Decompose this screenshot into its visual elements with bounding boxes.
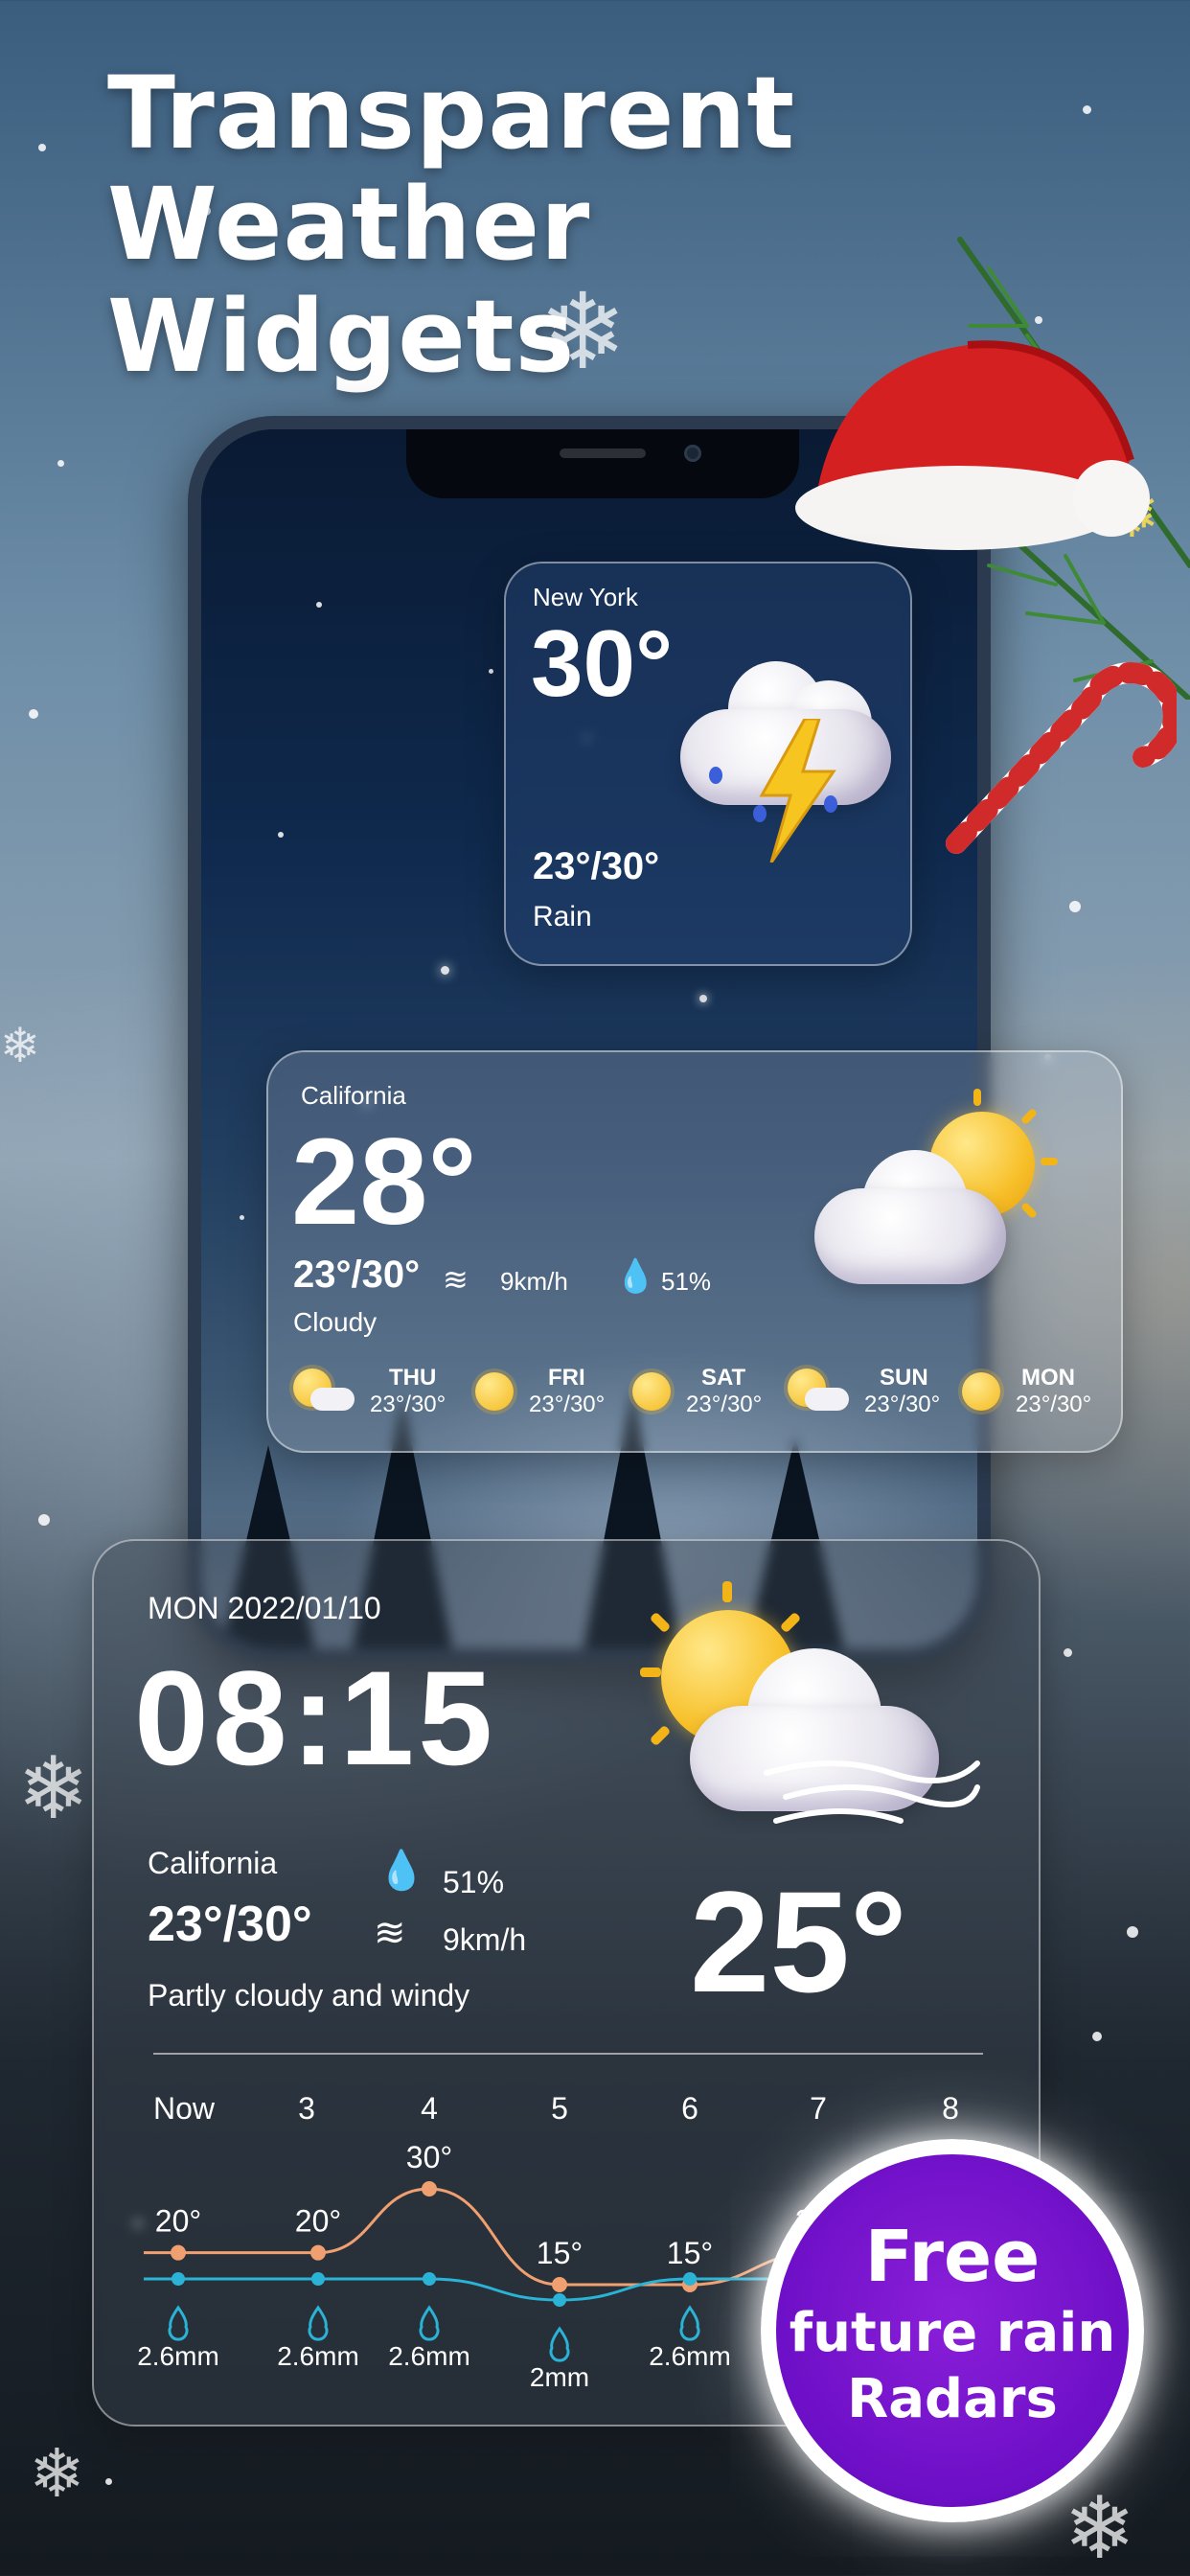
forecast-range: 23°/30°: [864, 1392, 941, 1417]
forecast-day: FRI: [548, 1365, 585, 1391]
thunderstorm-rain-icon: [671, 652, 901, 862]
widget-large-date: MON 2022/01/10: [148, 1591, 381, 1625]
wind-icon: ≋: [374, 1912, 406, 1954]
wind-icon: ≋: [443, 1262, 469, 1297]
widget-large-city: California: [148, 1846, 278, 1880]
forecast-day: THU: [389, 1365, 437, 1391]
snowflake-icon: ❄: [1064, 2478, 1136, 2576]
forecast-day: SAT: [701, 1365, 746, 1391]
forecast-item: SAT 23°/30°: [629, 1365, 772, 1424]
widget-medium-wind: 9km/h: [500, 1267, 568, 1296]
forecast-item: SUN 23°/30°: [784, 1365, 947, 1424]
snowflake-icon: ❄: [0, 1018, 40, 1073]
forecast-range: 23°/30°: [529, 1392, 606, 1417]
widget-medium-city: California: [301, 1081, 406, 1110]
widget-large-range: 23°/30°: [148, 1897, 312, 1952]
headline-line-1: Transparent: [107, 55, 796, 172]
sun-icon: [632, 1372, 671, 1411]
forecast-item: FRI 23°/30°: [471, 1365, 615, 1424]
snowflake-icon: ❄: [538, 270, 628, 393]
free-rain-radar-badge[interactable]: Free future rain Radars: [761, 2139, 1144, 2522]
phone-notch: [406, 429, 799, 498]
forecast-item: THU 23°/30°: [289, 1365, 452, 1424]
widget-medium-temp: 28°: [291, 1114, 477, 1251]
badge-line-1: Free: [864, 2216, 1041, 2298]
badge-line-3: Radars: [847, 2368, 1058, 2430]
forecast-range: 23°/30°: [370, 1392, 446, 1417]
sun-icon: [962, 1372, 1000, 1411]
widget-large-wind: 9km/h: [443, 1922, 527, 1957]
candy-cane-decoration: [946, 662, 1177, 854]
widget-large-time: 08:15: [134, 1643, 497, 1793]
sun-icon: [475, 1372, 514, 1411]
widget-small-range: 23°/30°: [533, 845, 660, 887]
widget-medium-range: 23°/30°: [293, 1254, 421, 1296]
widget-large-temp: 25°: [690, 1861, 907, 2022]
widget-large-humidity: 51%: [443, 1865, 505, 1899]
partly-cloudy-icon: [814, 1083, 1058, 1294]
widget-medium-humidity: 51%: [661, 1267, 712, 1296]
humidity-icon: 💧: [378, 1850, 425, 1892]
widget-large-condition: Partly cloudy and windy: [148, 1978, 470, 2012]
forecast-day: MON: [1021, 1365, 1075, 1391]
humidity-icon: 💧: [615, 1258, 656, 1295]
widget-small-temp: 30°: [531, 610, 674, 716]
badge-line-2: future rain: [789, 2302, 1116, 2364]
forecast-range: 23°/30°: [1016, 1392, 1092, 1417]
widget-small-city: New York: [533, 583, 638, 611]
camera-icon: [684, 445, 701, 462]
forecast-day: SUN: [880, 1365, 928, 1391]
widget-medium-condition: Cloudy: [293, 1307, 378, 1337]
widget-small-condition: Rain: [533, 901, 592, 932]
partly-cloudy-windy-icon: [632, 1581, 987, 1830]
forecast-range: 23°/30°: [686, 1392, 763, 1417]
snowflake-icon: ❄: [29, 2434, 85, 2513]
santa-hat-decoration: [795, 340, 1150, 550]
speaker: [560, 448, 646, 458]
snowflake-icon: ❄: [17, 1738, 90, 1839]
divider: [153, 2053, 983, 2055]
forecast-item: MON 23°/30°: [960, 1365, 1113, 1424]
